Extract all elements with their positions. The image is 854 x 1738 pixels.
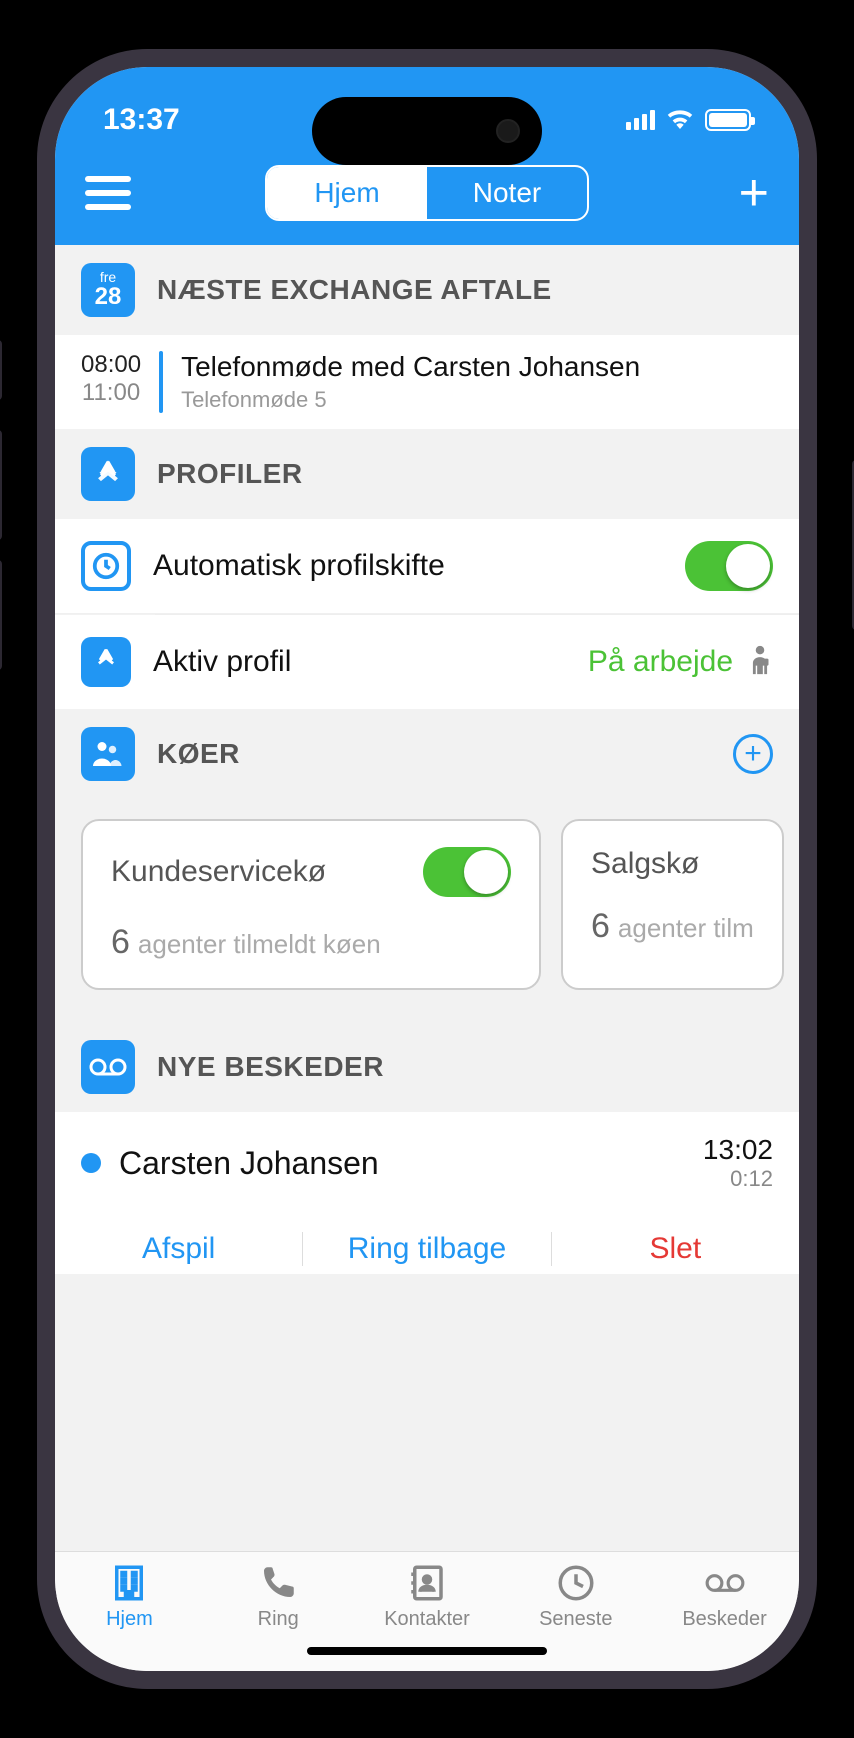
volume-up-button [0, 430, 2, 540]
queues-icon [81, 727, 135, 781]
delete-button[interactable]: Slet [552, 1232, 799, 1266]
camera-icon [496, 119, 520, 143]
clock-icon [81, 541, 131, 591]
add-button[interactable]: + [739, 167, 769, 219]
volume-down-button [0, 560, 2, 670]
phone-icon [257, 1562, 299, 1604]
appointment-body: Telefonmøde med Carsten Johansen Telefon… [181, 351, 640, 413]
voicemail-icon [704, 1562, 746, 1604]
row-active-profile[interactable]: Aktiv profil På arbejde [55, 615, 799, 709]
app-header: 13:37 Hjem Noter [55, 67, 799, 245]
queue-text: agenter tilmeldt køen [138, 929, 381, 959]
message-meta: 13:02 0:12 [703, 1134, 773, 1192]
phone-body: 13:37 Hjem Noter [37, 49, 817, 1689]
wifi-icon [665, 107, 695, 134]
section-header-exchange: fre 28 NÆSTE EXCHANGE AFTALE [55, 245, 799, 335]
tab-kontakter[interactable]: Kontakter [353, 1562, 502, 1631]
appt-start: 08:00 [81, 351, 141, 379]
queues-scroll[interactable]: Kundeservicekø 6 agenter tilmeldt køen Sa… [55, 799, 799, 1022]
row-label: Automatisk profilskifte [153, 549, 445, 583]
appt-end: 11:00 [81, 379, 141, 407]
building-icon [108, 1562, 150, 1604]
tab-label: Hjem [106, 1608, 153, 1631]
tab-label: Ring [258, 1608, 299, 1631]
message-row[interactable]: Carsten Johansen 13:02 0:12 [55, 1112, 799, 1214]
content: fre 28 NÆSTE EXCHANGE AFTALE 08:00 11:00… [55, 245, 799, 1551]
section-title: NYE BESKEDER [157, 1051, 384, 1083]
section-title: KØER [157, 738, 240, 770]
row-label: Aktiv profil [153, 645, 291, 679]
message-time: 13:02 [703, 1134, 773, 1166]
cellular-icon [626, 110, 655, 130]
tab-noter[interactable]: Noter [427, 167, 587, 219]
section-title: PROFILER [157, 458, 303, 490]
tab-label: Kontakter [384, 1608, 470, 1631]
profiler-list: Automatisk profilskifte Aktiv profil På … [55, 519, 799, 709]
appointment-times: 08:00 11:00 [81, 351, 141, 413]
battery-icon [705, 109, 751, 131]
message-actions: Afspil Ring tilbage Slet [55, 1214, 799, 1274]
queue-count: 6 [591, 907, 610, 945]
tab-ring[interactable]: Ring [204, 1562, 353, 1631]
calendar-date: 28 [95, 284, 122, 310]
tab-label: Beskeder [682, 1608, 767, 1631]
voicemail-icon [81, 1040, 135, 1094]
row-auto-profile: Automatisk profilskifte [55, 519, 799, 614]
tab-hjem[interactable]: Hjem [267, 167, 427, 219]
side-button [0, 340, 2, 400]
queue-text: agenter tilm [618, 913, 754, 943]
menu-button[interactable] [85, 176, 131, 210]
section-header-profiler: PROFILER [55, 429, 799, 519]
callback-button[interactable]: Ring tilbage [303, 1232, 551, 1266]
queue-count: 6 [111, 923, 130, 961]
status-time: 13:37 [103, 103, 180, 137]
active-profile-value: På arbejde [588, 645, 733, 679]
auto-profile-toggle[interactable] [685, 541, 773, 591]
queue-name: Kundeservicekø [111, 855, 326, 889]
add-queue-button[interactable]: + [733, 734, 773, 774]
segmented-control: Hjem Noter [265, 165, 589, 221]
queue-name: Salgskø [591, 847, 699, 881]
section-title: NÆSTE EXCHANGE AFTALE [157, 274, 552, 306]
person-icon [747, 643, 773, 682]
nav-bar: Hjem Noter + [55, 149, 799, 245]
section-header-messages: NYE BESKEDER [55, 1022, 799, 1112]
message-duration: 0:12 [703, 1166, 773, 1192]
profiles-icon [81, 447, 135, 501]
home-indicator-area [55, 1637, 799, 1671]
appt-subtitle: Telefonmøde 5 [181, 387, 640, 413]
tab-label: Seneste [539, 1608, 612, 1631]
section-header-queues: KØER + [55, 709, 799, 799]
queue-stat: 6 agenter tilmeldt køen [111, 923, 511, 962]
home-indicator[interactable] [307, 1647, 547, 1655]
calendar-icon: fre 28 [81, 263, 135, 317]
play-button[interactable]: Afspil [55, 1232, 303, 1266]
appointment-row[interactable]: 08:00 11:00 Telefonmøde med Carsten Joha… [55, 335, 799, 429]
unread-dot-icon [81, 1153, 101, 1173]
tab-beskeder[interactable]: Beskeder [650, 1562, 799, 1631]
appointment-bar [159, 351, 163, 413]
queue-stat: 6 agenter tilm [591, 907, 754, 946]
status-icons [626, 107, 751, 134]
phone-frame: 13:37 Hjem Noter [0, 0, 854, 1738]
queue-card[interactable]: Kundeservicekø 6 agenter tilmeldt køen [81, 819, 541, 990]
tab-bar: Hjem Ring Kontakter Seneste Beskeder [55, 1551, 799, 1637]
queue-card[interactable]: Salgskø 6 agenter tilm [561, 819, 784, 990]
appt-title: Telefonmøde med Carsten Johansen [181, 351, 640, 383]
message-sender: Carsten Johansen [119, 1145, 379, 1182]
clock-icon [555, 1562, 597, 1604]
tab-hjem[interactable]: Hjem [55, 1562, 204, 1631]
profile-switch-icon [81, 637, 131, 687]
queue-toggle[interactable] [423, 847, 511, 897]
calendar-day: fre [100, 270, 116, 284]
tab-seneste[interactable]: Seneste [501, 1562, 650, 1631]
plus-circle-icon: + [733, 734, 773, 774]
contacts-icon [406, 1562, 448, 1604]
screen: 13:37 Hjem Noter [55, 67, 799, 1671]
